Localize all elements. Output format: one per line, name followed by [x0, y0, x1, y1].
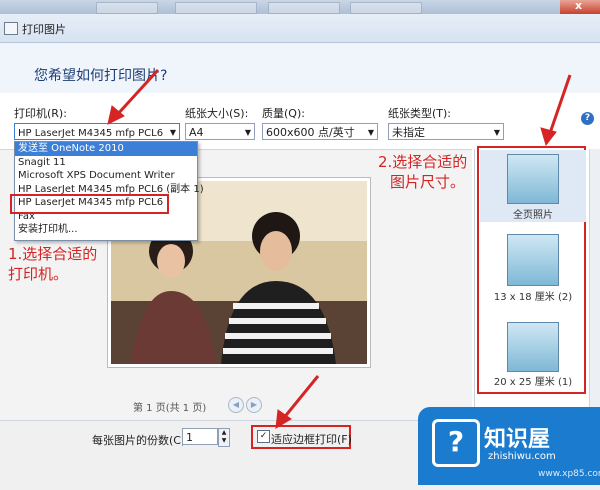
arrow-to-size-head	[540, 127, 557, 147]
arrow-to-size	[547, 74, 572, 137]
arrow-to-printer	[114, 68, 160, 118]
arrow-to-fit	[281, 375, 320, 420]
annotation-arrows	[107, 68, 572, 429]
